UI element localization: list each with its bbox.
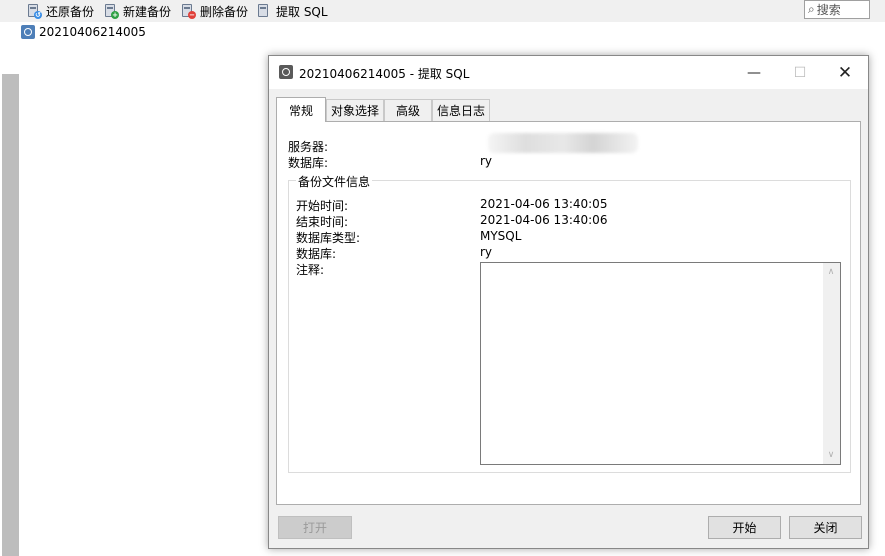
maximize-icon: ☐ — [793, 64, 807, 81]
maximize-button[interactable]: ☐ — [777, 56, 823, 89]
backup-database-value: ry — [480, 245, 493, 259]
tab-advanced[interactable]: 高级 — [384, 99, 432, 121]
new-backup-icon: + — [103, 3, 119, 19]
general-tab-panel: 服务器: 数据库: ry 备份文件信息 开始时间: 2021-04-06 13:… — [276, 121, 861, 505]
close-button[interactable]: 关闭 — [789, 516, 862, 539]
tab-advanced-label: 高级 — [395, 104, 420, 118]
extract-sql-button[interactable]: 提取 SQL — [256, 2, 328, 20]
database-value: ry — [480, 154, 493, 168]
delete-backup-label: 删除备份 — [200, 4, 249, 19]
search-icon: ⌕ — [808, 2, 815, 16]
tab-general-label: 常规 — [288, 103, 313, 118]
tab-object-selection-label: 对象选择 — [330, 104, 379, 118]
minimize-button[interactable]: — — [731, 56, 777, 89]
minimize-icon: — — [747, 64, 761, 81]
backup-file-info-group: 备份文件信息 开始时间: 2021-04-06 13:40:05 结束时间: 2… — [288, 173, 851, 473]
close-icon: ✕ — [837, 62, 853, 83]
close-window-button[interactable]: ✕ — [822, 56, 868, 89]
start-time-label: 开始时间: — [296, 199, 349, 213]
start-button[interactable]: 开始 — [708, 516, 781, 539]
left-panel-divider — [2, 74, 19, 556]
backup-list-item[interactable]: 20210406214005 — [21, 24, 146, 40]
extract-sql-label: 提取 SQL — [276, 4, 328, 19]
dialog-title: 20210406214005 - 提取 SQL — [299, 67, 470, 81]
new-backup-button[interactable]: + 新建备份 — [103, 2, 171, 20]
delete-backup-icon: − — [180, 3, 196, 19]
open-button[interactable]: 打开 — [278, 516, 352, 539]
dialog-titlebar[interactable]: 20210406214005 - 提取 SQL — ☐ ✕ — [269, 56, 868, 89]
notes-textarea[interactable]: ∧ ∨ — [480, 262, 841, 465]
start-button-label: 开始 — [732, 521, 757, 535]
search-placeholder: 搜索 — [816, 3, 841, 17]
scroll-up-icon[interactable]: ∧ — [826, 267, 836, 277]
redacted-server-value — [488, 133, 638, 153]
start-time-value: 2021-04-06 13:40:05 — [480, 197, 608, 211]
open-button-label: 打开 — [302, 521, 327, 535]
end-time-value: 2021-04-06 13:40:06 — [480, 213, 608, 227]
restore-backup-icon: ↺ — [26, 3, 42, 19]
extract-sql-icon — [256, 3, 272, 19]
server-label: 服务器: — [288, 140, 329, 154]
database-type-value: MYSQL — [480, 229, 522, 243]
tab-general[interactable]: 常规 — [276, 97, 326, 122]
notes-scrollbar[interactable]: ∧ ∨ — [823, 263, 840, 464]
restore-backup-button[interactable]: ↺ 还原备份 — [26, 2, 94, 20]
restore-backup-label: 还原备份 — [46, 4, 95, 19]
backup-file-info-title: 备份文件信息 — [296, 173, 373, 190]
database-label: 数据库: — [288, 156, 329, 170]
delete-backup-button[interactable]: − 删除备份 — [180, 2, 248, 20]
backup-list-item-label: 20210406214005 — [39, 25, 146, 39]
tab-object-selection[interactable]: 对象选择 — [326, 99, 384, 121]
scroll-down-icon[interactable]: ∨ — [826, 450, 836, 460]
close-button-label: 关闭 — [813, 521, 838, 535]
backup-database-label: 数据库: — [296, 247, 337, 261]
search-input[interactable]: ⌕ 搜索 — [804, 0, 870, 19]
main-toolbar: ↺ 还原备份 + 新建备份 − 删除备份 提取 SQL ⌕ 搜索 — [0, 0, 885, 22]
end-time-label: 结束时间: — [296, 215, 349, 229]
backup-file-icon — [279, 65, 293, 79]
extract-sql-dialog: 20210406214005 - 提取 SQL — ☐ ✕ 常规 对象选择 高级… — [268, 55, 869, 549]
notes-label: 注释: — [296, 263, 325, 277]
tab-info-log-label: 信息日志 — [436, 104, 485, 118]
database-type-label: 数据库类型: — [296, 231, 361, 245]
tab-info-log[interactable]: 信息日志 — [432, 99, 490, 121]
backup-file-icon — [21, 25, 35, 39]
new-backup-label: 新建备份 — [123, 4, 172, 19]
